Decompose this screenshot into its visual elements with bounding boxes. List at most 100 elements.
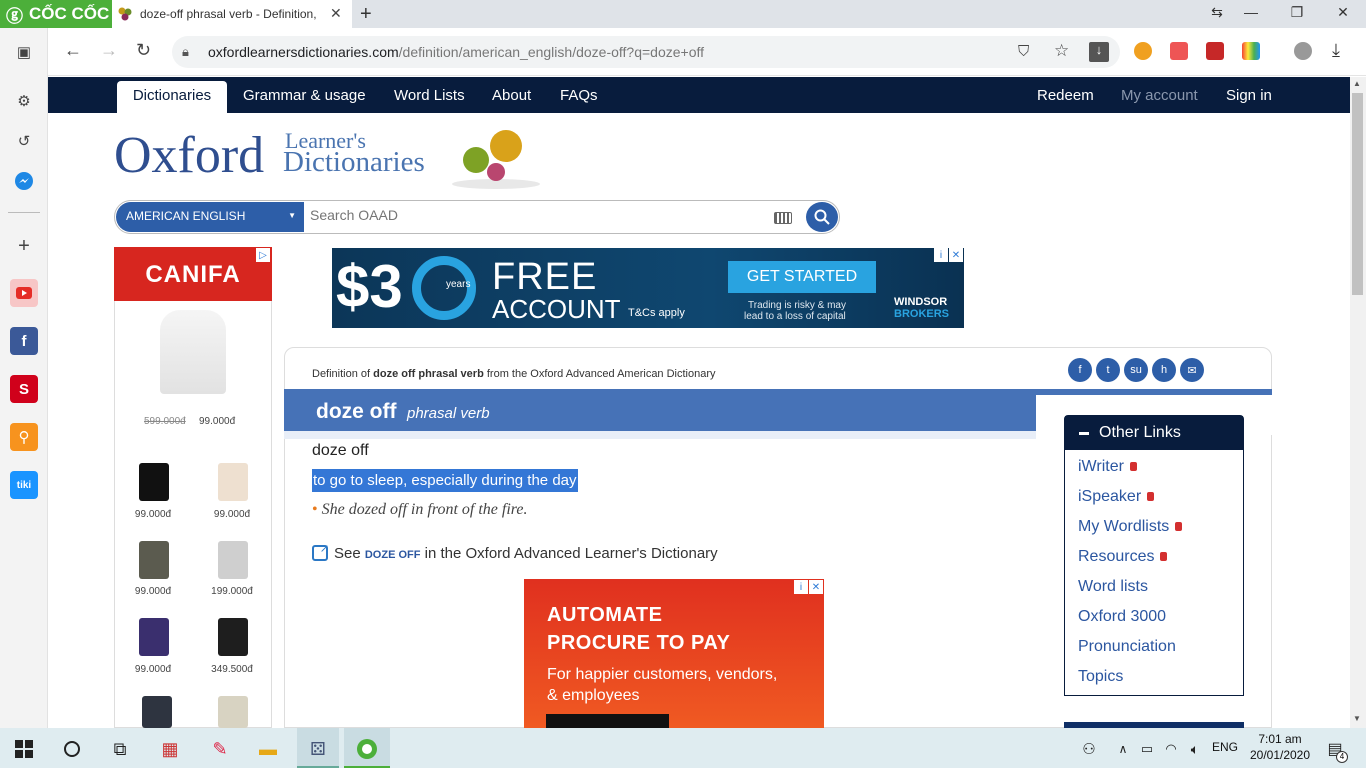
twitter-share-icon[interactable]: t — [1096, 358, 1120, 382]
browser-brand[interactable]: ⓖ CỐC CỐC — [0, 0, 112, 28]
wifi-icon[interactable]: ◠ — [1158, 736, 1184, 762]
ad-choices-icon[interactable]: ▷ — [256, 248, 270, 262]
add-shortcut-icon[interactable]: + — [10, 232, 38, 260]
ad-get-started-button[interactable]: GET STARTED — [728, 261, 876, 293]
nav-my-account-link[interactable]: My account — [1121, 87, 1198, 104]
ad-product-image[interactable] — [139, 618, 169, 656]
downloads-icon[interactable]: ⤓ — [1332, 40, 1340, 61]
volume-icon[interactable]: 🔈︎ — [1182, 736, 1208, 762]
back-button[interactable]: ← — [64, 40, 82, 61]
windows-start-icon[interactable] — [11, 736, 37, 762]
ad-close-icon[interactable]: ✕ — [949, 248, 963, 262]
headword: doze off — [316, 400, 397, 423]
download-page-icon[interactable]: ↓ — [1089, 42, 1109, 62]
taskbar-game-icon[interactable]: ⚄ — [305, 736, 331, 762]
nav-wordlists-link[interactable]: Word Lists — [394, 87, 465, 104]
tiki-icon[interactable]: tiki — [10, 471, 38, 499]
other-link-iwriter[interactable]: iWriter — [1078, 458, 1137, 476]
other-link-topics[interactable]: Topics — [1078, 668, 1123, 686]
settings-gear-icon[interactable]: ⚙ — [10, 87, 38, 115]
coccoc-browser-icon[interactable] — [354, 736, 380, 762]
ad-product-image[interactable] — [139, 463, 169, 501]
scroll-down-icon[interactable]: ▼ — [1353, 714, 1361, 723]
people-icon[interactable]: ⚇ — [1076, 736, 1102, 762]
search-button[interactable] — [806, 202, 838, 232]
forward-button[interactable]: → — [100, 40, 118, 61]
nav-sign-in-link[interactable]: Sign in — [1226, 87, 1272, 104]
ad-jacket-image[interactable] — [160, 310, 226, 394]
logo-balls-icon — [448, 128, 544, 195]
other-link-resources[interactable]: Resources — [1078, 548, 1168, 566]
extension-adblock-icon[interactable] — [1170, 42, 1188, 60]
tab-close-icon[interactable]: ✕ — [330, 5, 342, 22]
new-tab-button[interactable]: + — [360, 3, 372, 26]
nav-dictionaries-tab[interactable]: Dictionaries — [117, 81, 227, 113]
lock-icon — [1160, 552, 1168, 562]
ad-info-icon[interactable]: i — [934, 248, 948, 262]
hatena-share-icon[interactable]: h — [1152, 358, 1176, 382]
restore-button[interactable]: ❐ — [1282, 4, 1312, 21]
external-link-icon[interactable]: ↗ — [312, 543, 329, 561]
shield-icon[interactable]: ⛉ — [1018, 43, 1029, 60]
file-explorer-icon[interactable]: ▬ — [255, 736, 281, 762]
address-bar[interactable]: oxfordlearnersdictionaries.com/definitio… — [172, 36, 1120, 68]
facebook-icon[interactable]: f — [10, 327, 38, 355]
input-language[interactable]: ENG — [1212, 740, 1238, 754]
messenger-icon[interactable] — [10, 167, 38, 195]
see-link[interactable]: DOZE OFF — [365, 549, 421, 561]
other-link-pronunciation[interactable]: Pronunciation — [1078, 638, 1176, 656]
ad-years: years — [446, 279, 471, 290]
email-share-icon[interactable]: ✉ — [1180, 358, 1204, 382]
tab-active[interactable]: doze-off phrasal verb - Definition, — [112, 0, 352, 28]
search-input[interactable] — [310, 207, 760, 223]
tab-search-icon[interactable]: ⇆ — [1202, 4, 1232, 21]
scrollbar-thumb[interactable] — [1352, 93, 1363, 295]
taskbar-paint-icon[interactable]: ✎ — [207, 736, 233, 762]
ad-info-icon[interactable]: i — [794, 580, 808, 594]
extension-red-icon[interactable] — [1206, 42, 1224, 60]
close-window-button[interactable]: ✕ — [1328, 4, 1358, 21]
facebook-share-icon[interactable]: f — [1068, 358, 1092, 382]
nav-redeem-link[interactable]: Redeem — [1037, 87, 1094, 104]
nav-faqs-link[interactable]: FAQs — [560, 87, 598, 104]
extension-chrome-icon[interactable] — [1134, 42, 1152, 60]
lock-icon — [1175, 522, 1183, 532]
taskbar-clock[interactable]: 7:01 am 20/01/2020 — [1248, 731, 1312, 763]
ad-product-image[interactable] — [139, 541, 169, 579]
cortana-search-icon[interactable] — [59, 736, 85, 762]
youtube-icon[interactable] — [10, 279, 38, 307]
profile-avatar[interactable] — [1294, 42, 1312, 60]
sidebar-panel-icon[interactable]: ▣ — [10, 38, 38, 66]
history-icon[interactable]: ↺ — [10, 127, 38, 155]
other-link-oxford-3000[interactable]: Oxford 3000 — [1078, 608, 1166, 626]
nav-grammar-link[interactable]: Grammar & usage — [243, 87, 366, 104]
task-view-icon[interactable]: ⧉ — [107, 736, 133, 762]
shopee-icon[interactable]: S — [10, 375, 38, 403]
ad-product-image[interactable] — [218, 618, 248, 656]
ad-product-image[interactable] — [218, 696, 248, 728]
keyboard-icon[interactable] — [774, 212, 792, 224]
taskbar-app-icon[interactable]: ▦ — [157, 736, 183, 762]
ad-product-image[interactable] — [218, 541, 248, 579]
dictionary-select[interactable]: AMERICAN ENGLISH ▼ — [116, 202, 304, 232]
ad-product-image[interactable] — [218, 463, 248, 501]
other-link-word-lists[interactable]: Word lists — [1078, 578, 1148, 596]
minimize-button[interactable]: — — [1236, 4, 1266, 20]
lock-icon[interactable]: 🔒︎ — [182, 44, 189, 60]
logo-oxford[interactable]: Oxford — [114, 126, 264, 185]
nav-about-link[interactable]: About — [492, 87, 531, 104]
other-link-my-wordlists[interactable]: My Wordlists — [1078, 518, 1183, 536]
ad-brand-canifa[interactable]: CANIFA — [114, 247, 272, 301]
stumbleupon-share-icon[interactable]: su — [1124, 358, 1148, 382]
other-link-ispeaker[interactable]: iSpeaker — [1078, 488, 1155, 506]
scroll-up-icon[interactable]: ▲ — [1353, 79, 1361, 88]
extension-colors-icon[interactable] — [1242, 42, 1260, 60]
battery-icon[interactable]: ▭ — [1134, 736, 1160, 762]
ad-close-icon[interactable]: ✕ — [809, 580, 823, 594]
search-shortcut-icon[interactable]: ⚲ — [10, 423, 38, 451]
bookmark-star-icon[interactable]: ☆ — [1054, 41, 1069, 61]
ad-product-image[interactable] — [142, 696, 172, 728]
reload-button[interactable]: ↻ — [136, 40, 151, 61]
show-hidden-icons[interactable]: ∧ — [1110, 736, 1136, 762]
other-links-header[interactable]: Other Links — [1065, 416, 1243, 450]
